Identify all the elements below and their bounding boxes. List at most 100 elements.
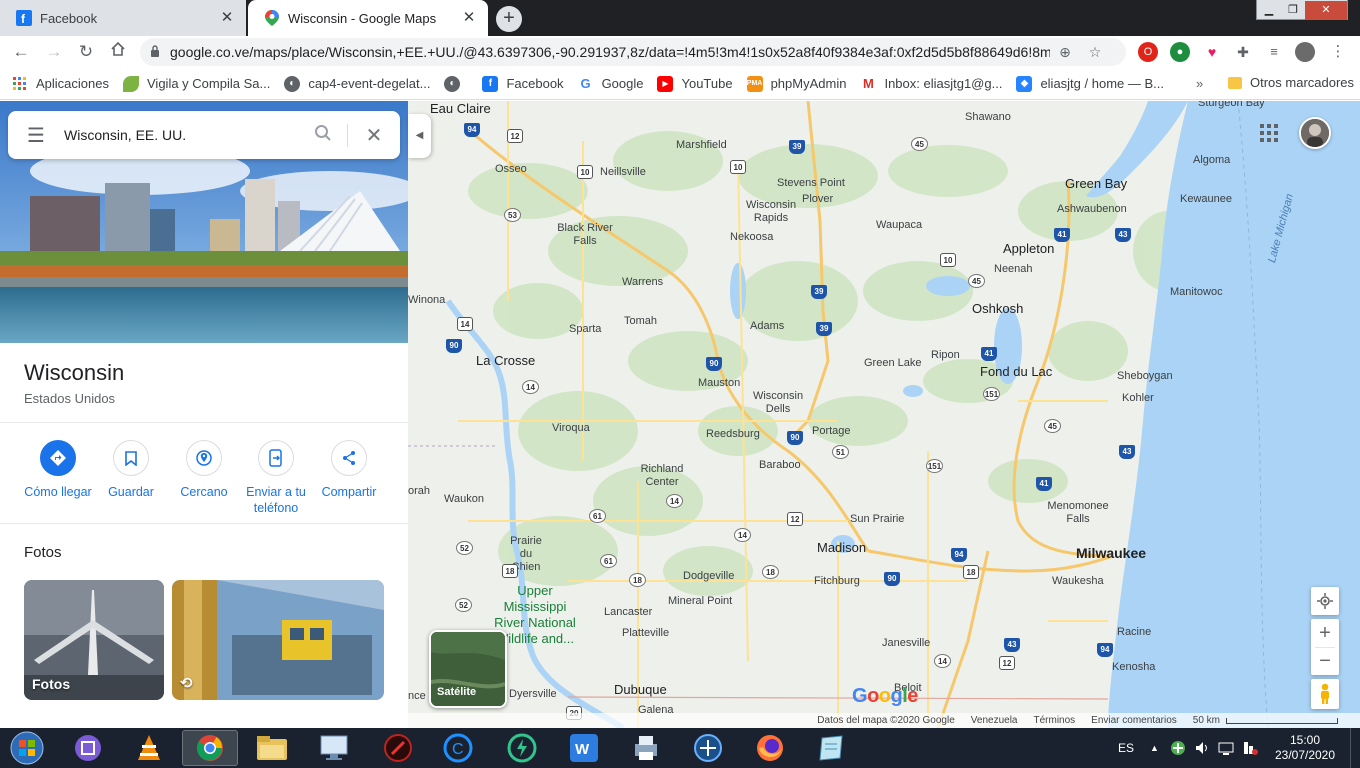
globe-extension-icon[interactable]: ●	[1170, 42, 1190, 62]
city-label[interactable]: Racine	[1117, 626, 1151, 638]
opera-extension-icon[interactable]: O	[1138, 42, 1158, 62]
city-label[interactable]: Manitowoc	[1170, 286, 1223, 298]
zoom-out-button[interactable]: −	[1311, 648, 1339, 675]
city-label[interactable]: Milwaukee	[1076, 545, 1146, 561]
red-app-icon[interactable]	[370, 730, 426, 766]
bookmark-vigila[interactable]: Vigila y Compila Sa...	[123, 75, 270, 92]
bookmark-star-icon[interactable]: ☆	[1080, 44, 1110, 61]
city-label[interactable]: Viroqua	[552, 422, 590, 434]
city-label[interactable]: nce	[408, 690, 426, 702]
city-label[interactable]: Waukon	[444, 493, 484, 505]
bookmarks-overflow-button[interactable]: »	[1196, 76, 1203, 91]
photo-thumbnail[interactable]: Fotos	[24, 580, 164, 700]
city-label[interactable]: Fitchburg	[814, 575, 860, 587]
vlc-icon[interactable]	[121, 730, 177, 766]
country-link[interactable]: Venezuela	[971, 715, 1018, 726]
city-label[interactable]: Warrens	[622, 276, 663, 288]
city-label[interactable]: Sturgeon Bay	[1198, 101, 1265, 109]
notepad-icon[interactable]	[803, 730, 859, 766]
city-label[interactable]: Platteville	[622, 627, 669, 639]
city-label[interactable]: Neenah	[994, 263, 1033, 275]
display-icon[interactable]	[1218, 728, 1234, 768]
close-window-button[interactable]: ✕	[1305, 1, 1347, 20]
city-label[interactable]: Portage	[812, 425, 851, 437]
city-label[interactable]: Menomonee Falls	[1040, 500, 1116, 526]
send-to-phone-button[interactable]: Enviar a tu teléfono	[238, 440, 314, 516]
heart-extension-icon[interactable]: ♥	[1202, 42, 1222, 62]
hamburger-menu-icon[interactable]: ☰	[8, 123, 64, 148]
add-icon[interactable]: ⊕	[1050, 44, 1080, 61]
city-label[interactable]: Kewaunee	[1180, 193, 1232, 205]
nearby-button[interactable]: Cercano	[166, 440, 242, 500]
language-indicator[interactable]: ES	[1118, 728, 1134, 768]
city-label[interactable]: Sun Prairie	[850, 513, 904, 525]
city-label[interactable]: Mauston	[698, 377, 740, 389]
bookmark-phpmyadmin[interactable]: PMA phpMyAdmin	[746, 75, 846, 92]
my-location-button[interactable]	[1311, 587, 1339, 615]
city-label[interactable]: Marshfield	[676, 139, 727, 151]
city-label[interactable]: Eau Claire	[430, 101, 491, 116]
city-label[interactable]: Reedsburg	[706, 428, 760, 440]
city-label[interactable]: Plover	[802, 193, 833, 205]
share-button[interactable]: Compartir	[311, 440, 387, 500]
city-label[interactable]: Tomah	[624, 315, 657, 327]
clear-search-icon[interactable]: ✕	[348, 123, 400, 148]
extensions-puzzle-icon[interactable]: ✚	[1233, 42, 1253, 62]
bookmark-globe[interactable]: ◐	[444, 75, 468, 92]
zoom-in-button[interactable]: +	[1311, 619, 1339, 647]
scale-label[interactable]: 50 km	[1193, 715, 1220, 726]
bookmark-youtube[interactable]: ▶ YouTube	[657, 75, 733, 92]
city-label[interactable]: Dubuque	[614, 682, 667, 697]
directions-button[interactable]: Cómo llegar	[20, 440, 96, 500]
city-label[interactable]: Black River Falls	[551, 222, 619, 248]
bookmark-cap4[interactable]: ◐ cap4-event-degelat...	[284, 75, 430, 92]
chrome-taskbar-icon[interactable]	[182, 730, 238, 766]
bookmark-google[interactable]: G Google	[577, 75, 643, 92]
city-label[interactable]: Oshkosh	[972, 301, 1023, 316]
city-label[interactable]: Dyersville	[509, 688, 557, 700]
power-app-icon[interactable]	[494, 730, 550, 766]
forward-button[interactable]: →	[42, 40, 66, 64]
firefox-icon[interactable]	[742, 730, 798, 766]
city-label[interactable]: Sparta	[569, 323, 601, 335]
city-label[interactable]: Kenosha	[1112, 661, 1155, 673]
close-tab-button[interactable]: ✕	[460, 9, 478, 27]
city-label[interactable]: Richland Center	[636, 463, 688, 489]
other-bookmarks-folder[interactable]: Otros marcadores	[1228, 75, 1354, 90]
city-label[interactable]: Janesville	[882, 637, 930, 649]
city-label[interactable]: La Crosse	[476, 353, 535, 368]
wps-writer-icon[interactable]: W	[556, 730, 612, 766]
start-button[interactable]	[0, 730, 54, 766]
back-button[interactable]: ←	[9, 40, 33, 64]
city-label[interactable]: Fond du Lac	[980, 364, 1052, 379]
city-label[interactable]: Kohler	[1122, 392, 1154, 404]
city-label[interactable]: Nekoosa	[730, 231, 773, 243]
city-label[interactable]: orah	[408, 485, 430, 497]
printer-app-icon[interactable]	[618, 730, 674, 766]
network-status-icon[interactable]	[1242, 728, 1258, 768]
reload-button[interactable]: ↻	[74, 40, 98, 64]
address-bar[interactable]: google.co.ve/maps/place/Wisconsin,+EE.+U…	[140, 38, 1126, 66]
visual-studio-icon[interactable]	[60, 730, 116, 766]
search-box[interactable]: ☰ Wisconsin, EE. UU. ✕	[8, 111, 400, 159]
system-clock[interactable]: 15:00 23/07/2020	[1270, 733, 1340, 763]
city-label[interactable]: Neillsville	[600, 166, 646, 178]
bookmark-gmail[interactable]: M Inbox: eliasjtg1@g...	[860, 75, 1002, 92]
satellite-layer-toggle[interactable]: Satélite	[429, 630, 507, 708]
search-icon[interactable]	[298, 123, 348, 147]
new-tab-button[interactable]: +	[496, 6, 522, 32]
home-button[interactable]	[106, 40, 130, 64]
city-label[interactable]: Madison	[817, 540, 866, 555]
bookmark-facebook[interactable]: f Facebook	[482, 75, 564, 92]
bookmark-apps[interactable]: Aplicaciones	[12, 76, 109, 92]
minimize-button[interactable]: ▁	[1257, 1, 1281, 20]
collapse-panel-button[interactable]: ◀	[408, 114, 431, 158]
city-label[interactable]: Adams	[750, 320, 784, 332]
tab-facebook[interactable]: f Facebook ✕	[0, 0, 246, 36]
city-label[interactable]: Appleton	[1003, 241, 1054, 256]
city-label[interactable]: Waupaca	[876, 219, 922, 231]
feedback-link[interactable]: Enviar comentarios	[1091, 715, 1177, 726]
show-hidden-icons-button[interactable]: ▲	[1150, 728, 1159, 768]
menu-kebab-icon[interactable]: ⋮	[1328, 42, 1348, 62]
city-label[interactable]: Mineral Point	[668, 595, 732, 607]
